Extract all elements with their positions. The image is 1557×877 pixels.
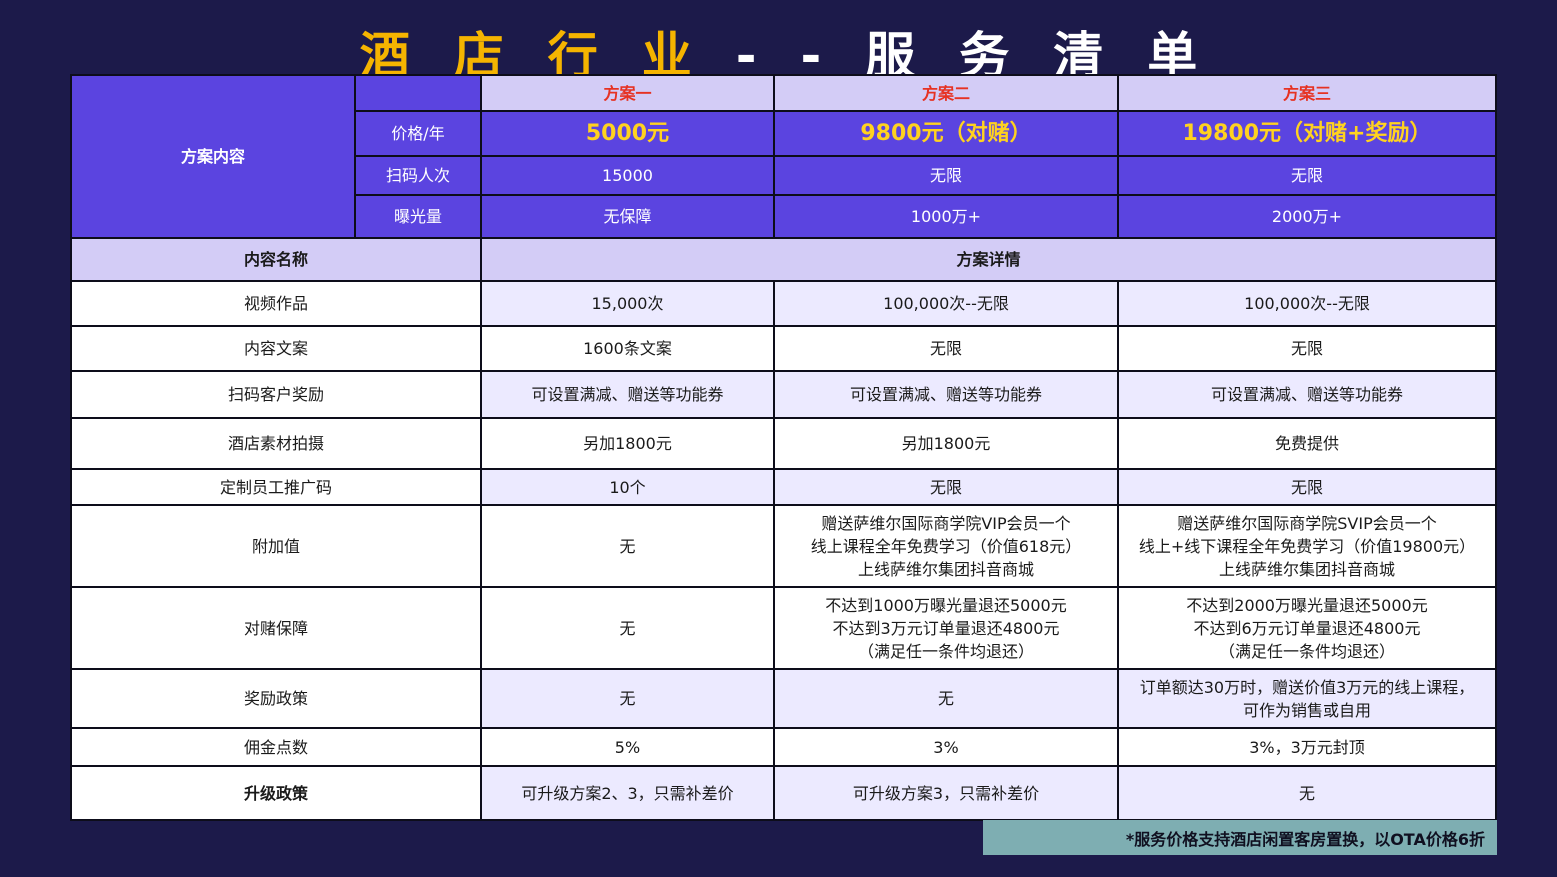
value-line: 上线萨维尔集团抖音商城 bbox=[1218, 559, 1395, 579]
value-line: 线上课程全年免费学习（价值618元） bbox=[810, 536, 1082, 556]
value-line: （满足任一条件均退还） bbox=[1218, 641, 1395, 661]
plan-2-value: 不达到1000万曝光量退还5000元 不达到3万元订单量退还4800元 （满足任… bbox=[773, 586, 1119, 670]
value-line: 无 bbox=[937, 689, 954, 708]
plan-3-exposure: 2000万+ bbox=[1117, 194, 1497, 239]
plan-3-value: 无限 bbox=[1117, 468, 1497, 506]
plan-1-value: 可设置满减、赠送等功能券 bbox=[480, 370, 775, 419]
row-label: 酒店素材拍摄 bbox=[70, 417, 482, 470]
row-label: 扫码客户奖励 bbox=[70, 370, 482, 419]
service-table: 方案内容 方案一 方案二 方案三 价格/年 5000元 9800元（对赌） 19… bbox=[70, 74, 1497, 821]
value-line: 无 bbox=[619, 536, 636, 556]
plan-2-value: 3% bbox=[773, 727, 1119, 767]
value-line: 赠送萨维尔国际商学院SVIP会员一个 bbox=[1177, 513, 1437, 533]
plan-2-value: 无 bbox=[773, 668, 1119, 729]
header-blank-cell bbox=[354, 74, 482, 112]
plan-2-value: 无限 bbox=[773, 325, 1119, 372]
plan-1-exposure: 无保障 bbox=[480, 194, 775, 239]
plan-3-value: 可设置满减、赠送等功能券 bbox=[1117, 370, 1497, 419]
plan-2-value: 赠送萨维尔国际商学院VIP会员一个 线上课程全年免费学习（价值618元） 上线萨… bbox=[773, 504, 1119, 588]
value-line: 不达到6万元订单量退还4800元 bbox=[1193, 618, 1421, 638]
price-label: 价格/年 bbox=[354, 110, 482, 157]
plan-details-heading: 方案详情 bbox=[480, 237, 1497, 282]
value-line: （满足任一条件均退还） bbox=[857, 641, 1034, 661]
plan-1-value: 5% bbox=[480, 727, 775, 767]
plan-2-scans: 无限 bbox=[773, 155, 1119, 196]
plan-3-value: 不达到2000万曝光量退还5000元 不达到6万元订单量退还4800元 （满足任… bbox=[1117, 586, 1497, 670]
plan-2-value: 可设置满减、赠送等功能券 bbox=[773, 370, 1119, 419]
plan-1-value: 可升级方案2、3，只需补差价 bbox=[480, 765, 775, 821]
plan-3-value: 订单额达30万时，赠送价值3万元的线上课程， 可作为销售或自用 bbox=[1117, 668, 1497, 729]
plan-3-value: 无限 bbox=[1117, 325, 1497, 372]
plan-1-scans: 15000 bbox=[480, 155, 775, 196]
row-label: 定制员工推广码 bbox=[70, 468, 482, 506]
plan-2-value: 无限 bbox=[773, 468, 1119, 506]
row-label: 佣金点数 bbox=[70, 727, 482, 767]
value-line: 无 bbox=[619, 689, 636, 708]
plan-2-value: 另加1800元 bbox=[773, 417, 1119, 470]
exposure-label: 曝光量 bbox=[354, 194, 482, 239]
value-line: 订单额达30万时，赠送价值3万元的线上课程， bbox=[1139, 677, 1475, 697]
value-line: 上线萨维尔集团抖音商城 bbox=[857, 559, 1034, 579]
value-line: 不达到1000万曝光量退还5000元 bbox=[825, 595, 1067, 615]
plan-1-heading: 方案一 bbox=[480, 74, 775, 112]
plan-1-value: 无 bbox=[480, 586, 775, 670]
plan-2-heading: 方案二 bbox=[773, 74, 1119, 112]
plan-2-exposure: 1000万+ bbox=[773, 194, 1119, 239]
plan-content-label: 方案内容 bbox=[70, 74, 356, 239]
plan-1-price: 5000元 bbox=[480, 110, 775, 157]
plan-3-heading: 方案三 bbox=[1117, 74, 1497, 112]
plan-3-value: 免费提供 bbox=[1117, 417, 1497, 470]
value-line: 线上+线下课程全年免费学习（价值19800元） bbox=[1138, 536, 1476, 556]
plan-1-value: 无 bbox=[480, 504, 775, 588]
row-label: 附加值 bbox=[70, 504, 482, 588]
row-label: 对赌保障 bbox=[70, 586, 482, 670]
plan-2-value: 可升级方案3，只需补差价 bbox=[773, 765, 1119, 821]
value-line: 无 bbox=[619, 618, 636, 638]
value-line: 不达到2000万曝光量退还5000元 bbox=[1186, 595, 1428, 615]
plan-1-value: 15,000次 bbox=[480, 280, 775, 327]
plan-3-value: 3%，3万元封顶 bbox=[1117, 727, 1497, 767]
plan-1-value: 无 bbox=[480, 668, 775, 729]
plan-1-value: 10个 bbox=[480, 468, 775, 506]
value-line: 赠送萨维尔国际商学院VIP会员一个 bbox=[821, 513, 1071, 533]
plan-1-value: 另加1800元 bbox=[480, 417, 775, 470]
footnote: *服务价格支持酒店闲置客房置换，以OTA价格6折 bbox=[983, 820, 1497, 855]
value-line: 可作为销售或自用 bbox=[1242, 700, 1371, 720]
content-name-heading: 内容名称 bbox=[70, 237, 482, 282]
row-label: 内容文案 bbox=[70, 325, 482, 372]
value-line: 不达到3万元订单量退还4800元 bbox=[832, 618, 1060, 638]
plan-2-price: 9800元（对赌） bbox=[773, 110, 1119, 157]
plan-2-value: 100,000次--无限 bbox=[773, 280, 1119, 327]
row-label: 视频作品 bbox=[70, 280, 482, 327]
scans-label: 扫码人次 bbox=[354, 155, 482, 196]
plan-3-price: 19800元（对赌+奖励） bbox=[1117, 110, 1497, 157]
plan-3-value: 无 bbox=[1117, 765, 1497, 821]
plan-3-value: 赠送萨维尔国际商学院SVIP会员一个 线上+线下课程全年免费学习（价值19800… bbox=[1117, 504, 1497, 588]
plan-3-scans: 无限 bbox=[1117, 155, 1497, 196]
plan-3-value: 100,000次--无限 bbox=[1117, 280, 1497, 327]
row-label: 奖励政策 bbox=[70, 668, 482, 729]
plan-1-value: 1600条文案 bbox=[480, 325, 775, 372]
row-label: 升级政策 bbox=[70, 765, 482, 821]
